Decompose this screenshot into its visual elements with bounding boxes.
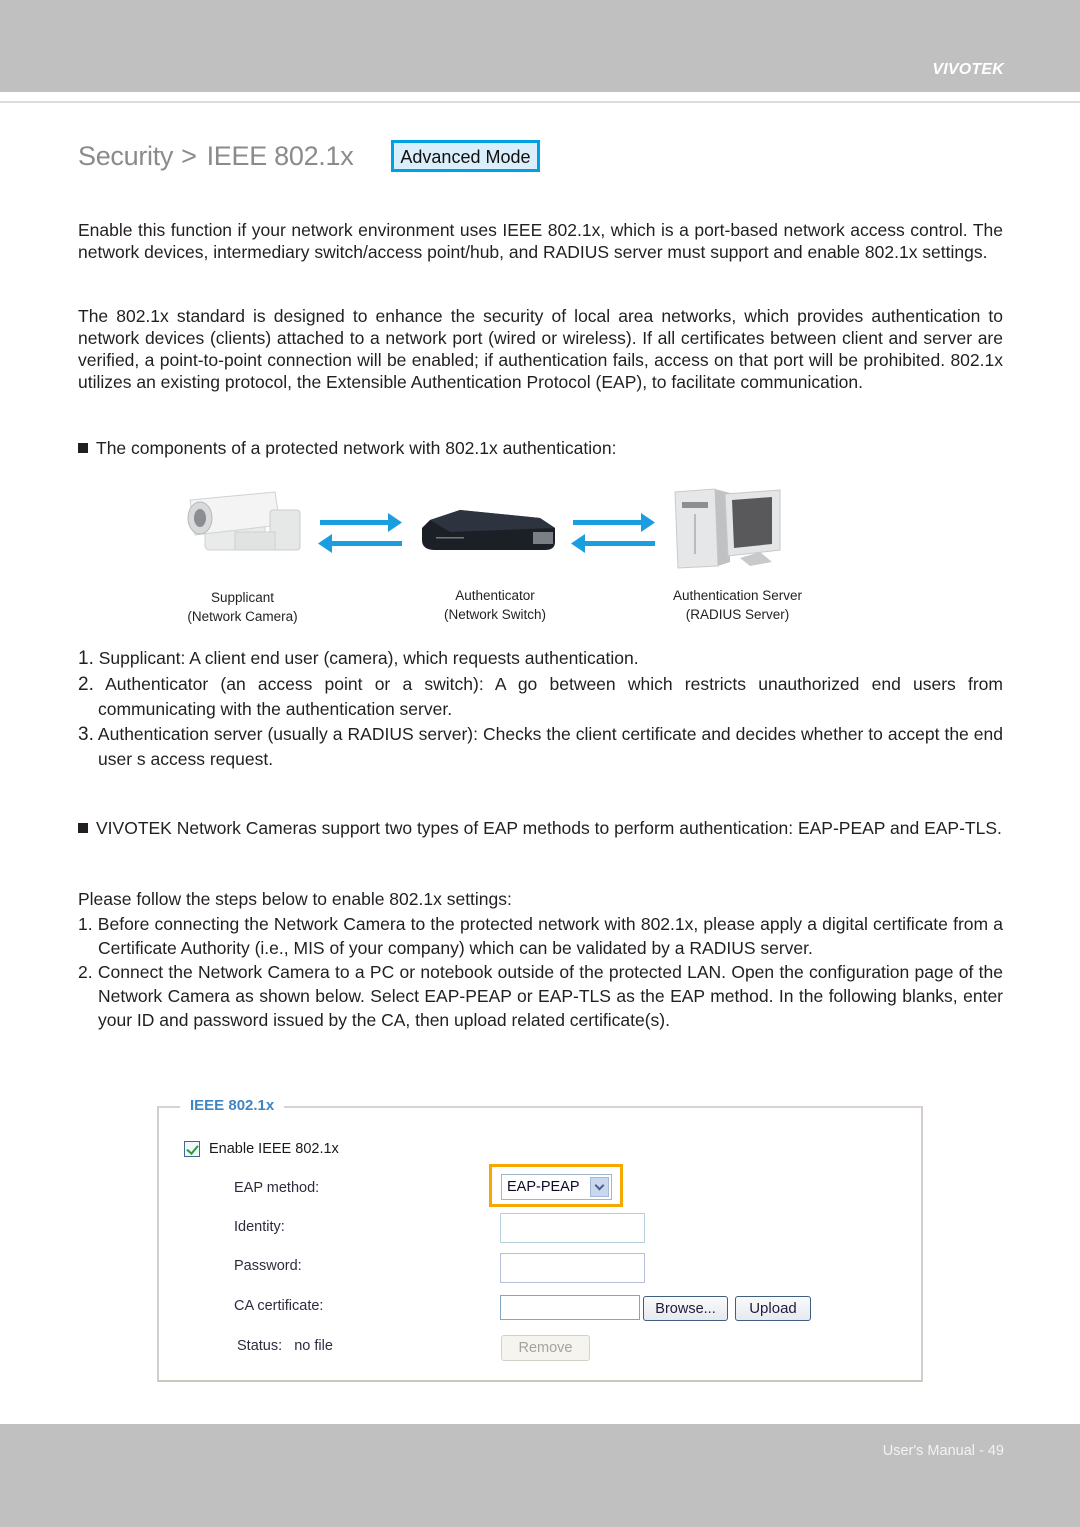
item-number: 2. (78, 673, 94, 695)
status-row: Status: no file (237, 1338, 333, 1354)
item-number: 1. (78, 914, 93, 934)
bidirectional-arrows-1 (318, 513, 402, 553)
footer-bar (0, 1424, 1080, 1527)
chevron-down-icon[interactable] (590, 1177, 609, 1197)
ca-certificate-input[interactable] (500, 1295, 640, 1320)
device-label-supplicant: Supplicant (Network Camera) (160, 588, 325, 626)
device-sub: (Network Switch) (443, 607, 546, 622)
item-text: Authenticator (an access point or a swit… (98, 673, 1003, 720)
browse-button[interactable]: Browse... (643, 1296, 728, 1321)
device-label-authenticator: Authenticator (Network Switch) (415, 586, 575, 624)
status-value: no file (294, 1338, 333, 1354)
password-input[interactable] (500, 1253, 645, 1283)
header-divider (0, 101, 1080, 103)
components-list: 1. Supplicant: A client end user (camera… (78, 646, 1003, 772)
item-text: Authentication server (usually a RADIUS … (97, 723, 1004, 770)
list-item: 2. Authenticator (an access point or a s… (78, 672, 1003, 722)
bidirectional-arrows-2 (571, 513, 655, 553)
list-item: 1. Before connecting the Network Camera … (78, 912, 1003, 960)
password-label: Password: (234, 1258, 302, 1274)
brand-logo: VIVOTEK (932, 61, 1004, 78)
upload-button[interactable]: Upload (735, 1296, 811, 1321)
status-label: Status: (237, 1338, 283, 1354)
identity-input[interactable] (500, 1213, 645, 1243)
page-title-row: Security > IEEE 802.1x Advanced Mode (78, 138, 540, 174)
square-bullet-icon (78, 443, 88, 453)
network-diagram: Supplicant (Network Camera) Authenticato… (160, 480, 840, 630)
item-text: Supplicant: A client end user (camera), … (98, 648, 639, 668)
eap-method-select[interactable]: EAP-PEAP (501, 1174, 612, 1200)
diagram-graphic (187, 488, 781, 569)
breadcrumb-separator: > (181, 140, 197, 171)
remove-button[interactable]: Remove (501, 1335, 590, 1361)
item-text: Connect the Network Camera to a PC or no… (97, 962, 1003, 1030)
network-switch-icon (422, 510, 555, 550)
device-sub: (RADIUS Server) (685, 607, 790, 622)
header-bar (0, 0, 1080, 92)
identity-label: Identity: (234, 1219, 285, 1235)
enable-ieee8021x-label: Enable IEEE 802.1x (209, 1141, 339, 1157)
settings-legend: IEEE 802.1x (180, 1097, 285, 1114)
intro-paragraph-1: Enable this function if your network env… (78, 220, 1003, 262)
device-label-auth-server: Authentication Server (RADIUS Server) (650, 586, 825, 624)
eap-methods-note: VIVOTEK Network Cameras support two type… (78, 816, 1003, 840)
radius-server-icon (674, 488, 781, 569)
list-item: 3. Authentication server (usually a RADI… (78, 722, 1003, 772)
enable-ieee8021x-checkbox-row[interactable]: Enable IEEE 802.1x (184, 1141, 339, 1157)
components-heading: The components of a protected network wi… (78, 437, 1003, 459)
device-sub: (Network Camera) (187, 609, 298, 624)
list-item: 1. Supplicant: A client end user (camera… (78, 646, 1003, 672)
page-title: Security > IEEE 802.1x (78, 140, 354, 172)
device-name: Authenticator (455, 588, 535, 603)
network-camera-icon (187, 491, 301, 551)
item-number: 2. (78, 962, 93, 982)
breadcrumb-page: IEEE 802.1x (206, 140, 354, 171)
item-text: Before connecting the Network Camera to … (97, 914, 1003, 958)
advanced-mode-badge: Advanced Mode (391, 140, 540, 172)
device-name: Supplicant (210, 590, 275, 605)
eap-method-value: EAP-PEAP (507, 1179, 580, 1195)
intro-paragraph-2: The 802.1x standard is designed to enhan… (78, 306, 1003, 392)
device-name: Authentication Server (672, 588, 803, 603)
item-number: 1. (78, 648, 94, 669)
enable-ieee8021x-checkbox[interactable] (184, 1141, 200, 1157)
ca-certificate-label: CA certificate: (234, 1298, 324, 1314)
eap-methods-text: VIVOTEK Network Cameras support two type… (96, 818, 1002, 838)
page-number: User's Manual - 49 (882, 1443, 1004, 1459)
components-heading-text: The components of a protected network wi… (96, 438, 617, 458)
steps-intro: Please follow the steps below to enable … (78, 889, 512, 909)
eap-method-label: EAP method: (234, 1180, 320, 1196)
list-item: 2. Connect the Network Camera to a PC or… (78, 960, 1003, 1032)
breadcrumb-section: Security (78, 140, 174, 171)
item-number: 3. (78, 723, 94, 745)
steps-list: 1. Before connecting the Network Camera … (78, 912, 1003, 1032)
square-bullet-icon (78, 823, 88, 833)
